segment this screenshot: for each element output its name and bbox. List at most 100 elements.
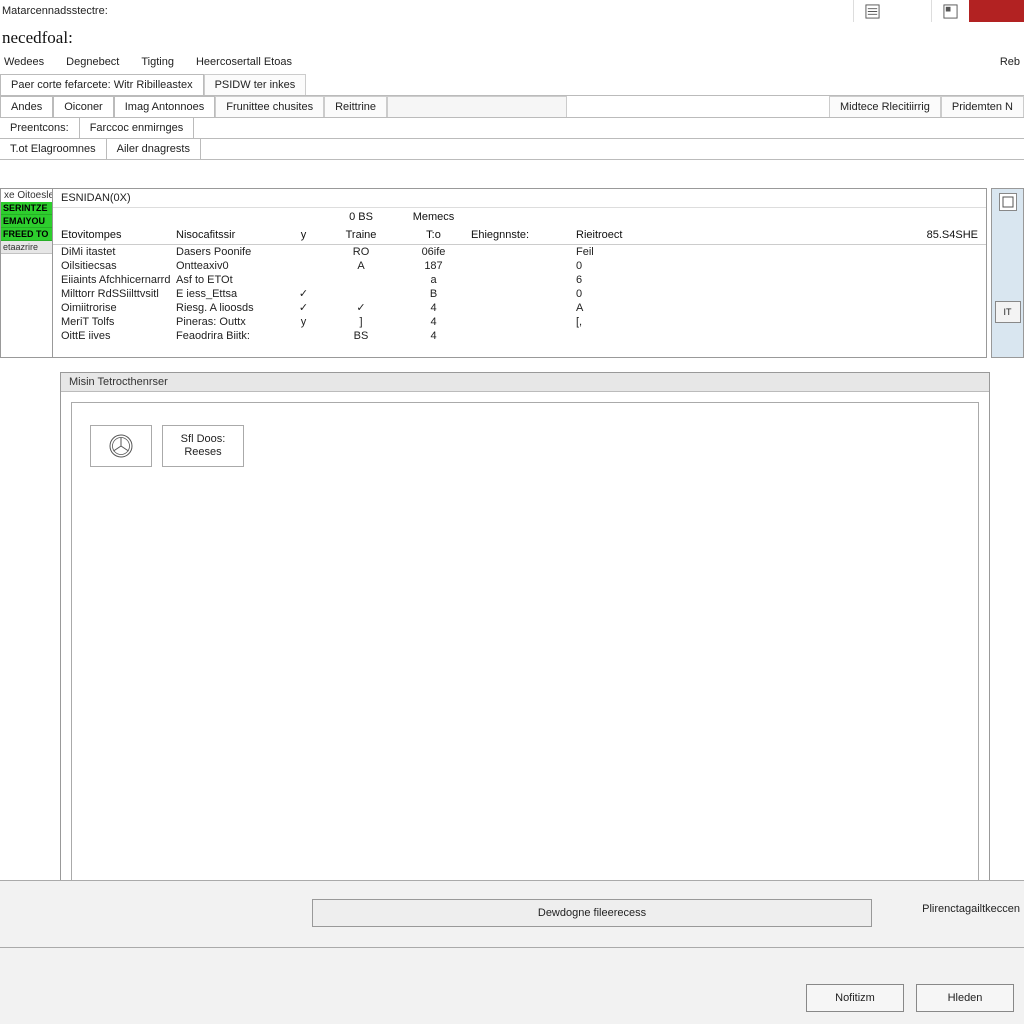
tab-paercorte[interactable]: Paer corte fefarcete: Witr Ribilleastex xyxy=(0,74,204,95)
menu-item-2[interactable]: Tigting xyxy=(141,56,174,68)
tab2-right-0[interactable]: Midtece Rlecitiirrig xyxy=(829,96,941,117)
footer-main-button[interactable]: Dewdogne fileerecess xyxy=(312,899,872,927)
table-cell: 187 xyxy=(396,259,471,273)
app-subtitle: Matarcennadsstectre: xyxy=(2,5,108,17)
window-icon-1[interactable] xyxy=(853,0,891,22)
tab4-0[interactable]: T.ot Elagroomnes xyxy=(0,139,107,159)
table-cell xyxy=(471,315,576,329)
table-cell: 06ife xyxy=(396,245,471,259)
table-row[interactable]: MeriT TolfsPineras: Outtxy]4[, xyxy=(53,315,986,329)
table-cell xyxy=(326,287,396,301)
table-row[interactable]: OilsitiecsasOntteaxiv0A1870 xyxy=(53,259,986,273)
table-cell: Feil xyxy=(576,245,696,259)
detail-line2: Reeses xyxy=(184,446,221,459)
table-cell xyxy=(471,301,576,315)
table-cell xyxy=(696,245,978,259)
data-table: ESNIDAN(0X) 0 BS Memecs Etovitompes Niso… xyxy=(53,188,987,358)
footer-right-label: Plirenctagailtkeccen xyxy=(922,903,1020,915)
table-cell: A xyxy=(326,259,396,273)
tab4-1[interactable]: Ailer dnagrests xyxy=(107,139,201,159)
sidebar-item-1[interactable]: EMAIYOU xyxy=(1,215,52,228)
table-cell: Dasers Poonife xyxy=(176,245,281,259)
tab2-blank xyxy=(387,96,567,117)
table-cell xyxy=(696,287,978,301)
tab3-1[interactable]: Farccoc enmirnges xyxy=(80,118,195,138)
col-0[interactable]: Etovitompes xyxy=(61,229,176,241)
window-icon-2[interactable] xyxy=(931,0,969,22)
table-cell xyxy=(281,245,326,259)
table-cell: A xyxy=(576,301,696,315)
brand-logo-box[interactable] xyxy=(90,425,152,467)
table-cell xyxy=(281,329,326,343)
table-row[interactable]: OittE iivesFeaodrira Biitk:BS4 xyxy=(53,329,986,343)
table-cell: MeriT Tolfs xyxy=(61,315,176,329)
sidebar: xe Oitoesle SERINTZE EMAIYOU FREED TO et… xyxy=(0,188,53,358)
tab2-2[interactable]: Imag Antonnoes xyxy=(114,96,216,117)
col-1[interactable]: Nisocafitssir xyxy=(176,229,281,241)
table-cell xyxy=(696,259,978,273)
sidebar-item-0[interactable]: SERINTZE xyxy=(1,202,52,215)
rightpane-button[interactable]: IT xyxy=(995,301,1021,323)
menu-item-3[interactable]: Heercosertall Etoas xyxy=(196,56,292,68)
table-row[interactable]: DiMi itastetDasers PoonifeRO06ifeFeil xyxy=(53,245,986,259)
tab2-1[interactable]: Oiconer xyxy=(53,96,114,117)
rightpane-icon[interactable] xyxy=(999,193,1017,211)
subhdr-b: Memecs xyxy=(396,211,471,223)
table-cell xyxy=(696,273,978,287)
table-row[interactable]: OimiitroriseRiesg. A lioosds✓✓4A xyxy=(53,301,986,315)
tab2-3[interactable]: Frunittee chusites xyxy=(215,96,324,117)
table-cell xyxy=(696,315,978,329)
table-cell: ✓ xyxy=(281,287,326,301)
menu-item-right[interactable]: Reb xyxy=(1000,56,1020,68)
col-3[interactable]: Traine xyxy=(326,229,396,241)
col-6[interactable]: Rieitroect xyxy=(576,229,696,241)
table-cell: Milttorr RdSSiilttvsitl xyxy=(61,287,176,301)
table-cell: 4 xyxy=(396,329,471,343)
col-4[interactable]: T:o xyxy=(396,229,471,241)
table-cell: Eiiaints Afchhicernarrd xyxy=(61,273,176,287)
table-cell: BS xyxy=(326,329,396,343)
menu-item-0[interactable]: Wedees xyxy=(4,56,44,68)
tab2-right-1[interactable]: Pridemten N xyxy=(941,96,1024,117)
table-cell xyxy=(471,287,576,301)
table-cell xyxy=(471,329,576,343)
tab3-0[interactable]: Preentcons: xyxy=(0,118,80,138)
table-cell xyxy=(471,273,576,287)
col-5[interactable]: Ehiegnnste: xyxy=(471,229,576,241)
detail-text-box[interactable]: Sfl Doos: Reeses xyxy=(162,425,244,467)
tab2-4[interactable]: Reittrine xyxy=(324,96,387,117)
tab-psidw[interactable]: PSIDW ter inkes xyxy=(204,74,307,95)
table-cell: 4 xyxy=(396,315,471,329)
menu-item-1[interactable]: Degnebect xyxy=(66,56,119,68)
table-cell: E iess_Ettsa xyxy=(176,287,281,301)
table-row[interactable]: Milttorr RdSSiilttvsitlE iess_Ettsa✓B0 xyxy=(53,287,986,301)
table-cell xyxy=(471,259,576,273)
sidebar-header: xe Oitoesle xyxy=(1,189,52,202)
tab2-0[interactable]: Andes xyxy=(0,96,53,117)
table-cell xyxy=(696,301,978,315)
detail-panel-header: Misin Tetrocthenrser xyxy=(61,373,989,392)
table-row[interactable]: Eiiaints AfchhicernarrdAsf to ETOt a 6 xyxy=(53,273,986,287)
table-cell: Asf to ETOt xyxy=(176,273,281,287)
table-cell: Ontteaxiv0 xyxy=(176,259,281,273)
table-cell: y xyxy=(281,315,326,329)
col-2[interactable]: y xyxy=(281,229,326,241)
table-cell xyxy=(326,273,396,287)
table-cell: RO xyxy=(326,245,396,259)
sidebar-item-2[interactable]: FREED TO xyxy=(1,228,52,241)
close-button[interactable] xyxy=(969,0,1024,22)
col-7: 85.S4SHE xyxy=(696,229,978,241)
table-cell: 6 xyxy=(576,273,696,287)
table-cell xyxy=(281,273,326,287)
page-title: necedfoal: xyxy=(0,22,1024,50)
footer-button-2[interactable]: Hleden xyxy=(916,984,1014,1012)
sidebar-item-3[interactable]: etaazrire xyxy=(1,241,52,254)
right-panel: IT xyxy=(991,188,1024,358)
footer-button-1[interactable]: Nofitizm xyxy=(806,984,904,1012)
table-cell: Riesg. A lioosds xyxy=(176,301,281,315)
table-title: ESNIDAN(0X) xyxy=(61,192,131,204)
table-cell: Pineras: Outtx xyxy=(176,315,281,329)
table-cell: 0 xyxy=(576,259,696,273)
table-cell: a xyxy=(396,273,471,287)
table-cell: [, xyxy=(576,315,696,329)
